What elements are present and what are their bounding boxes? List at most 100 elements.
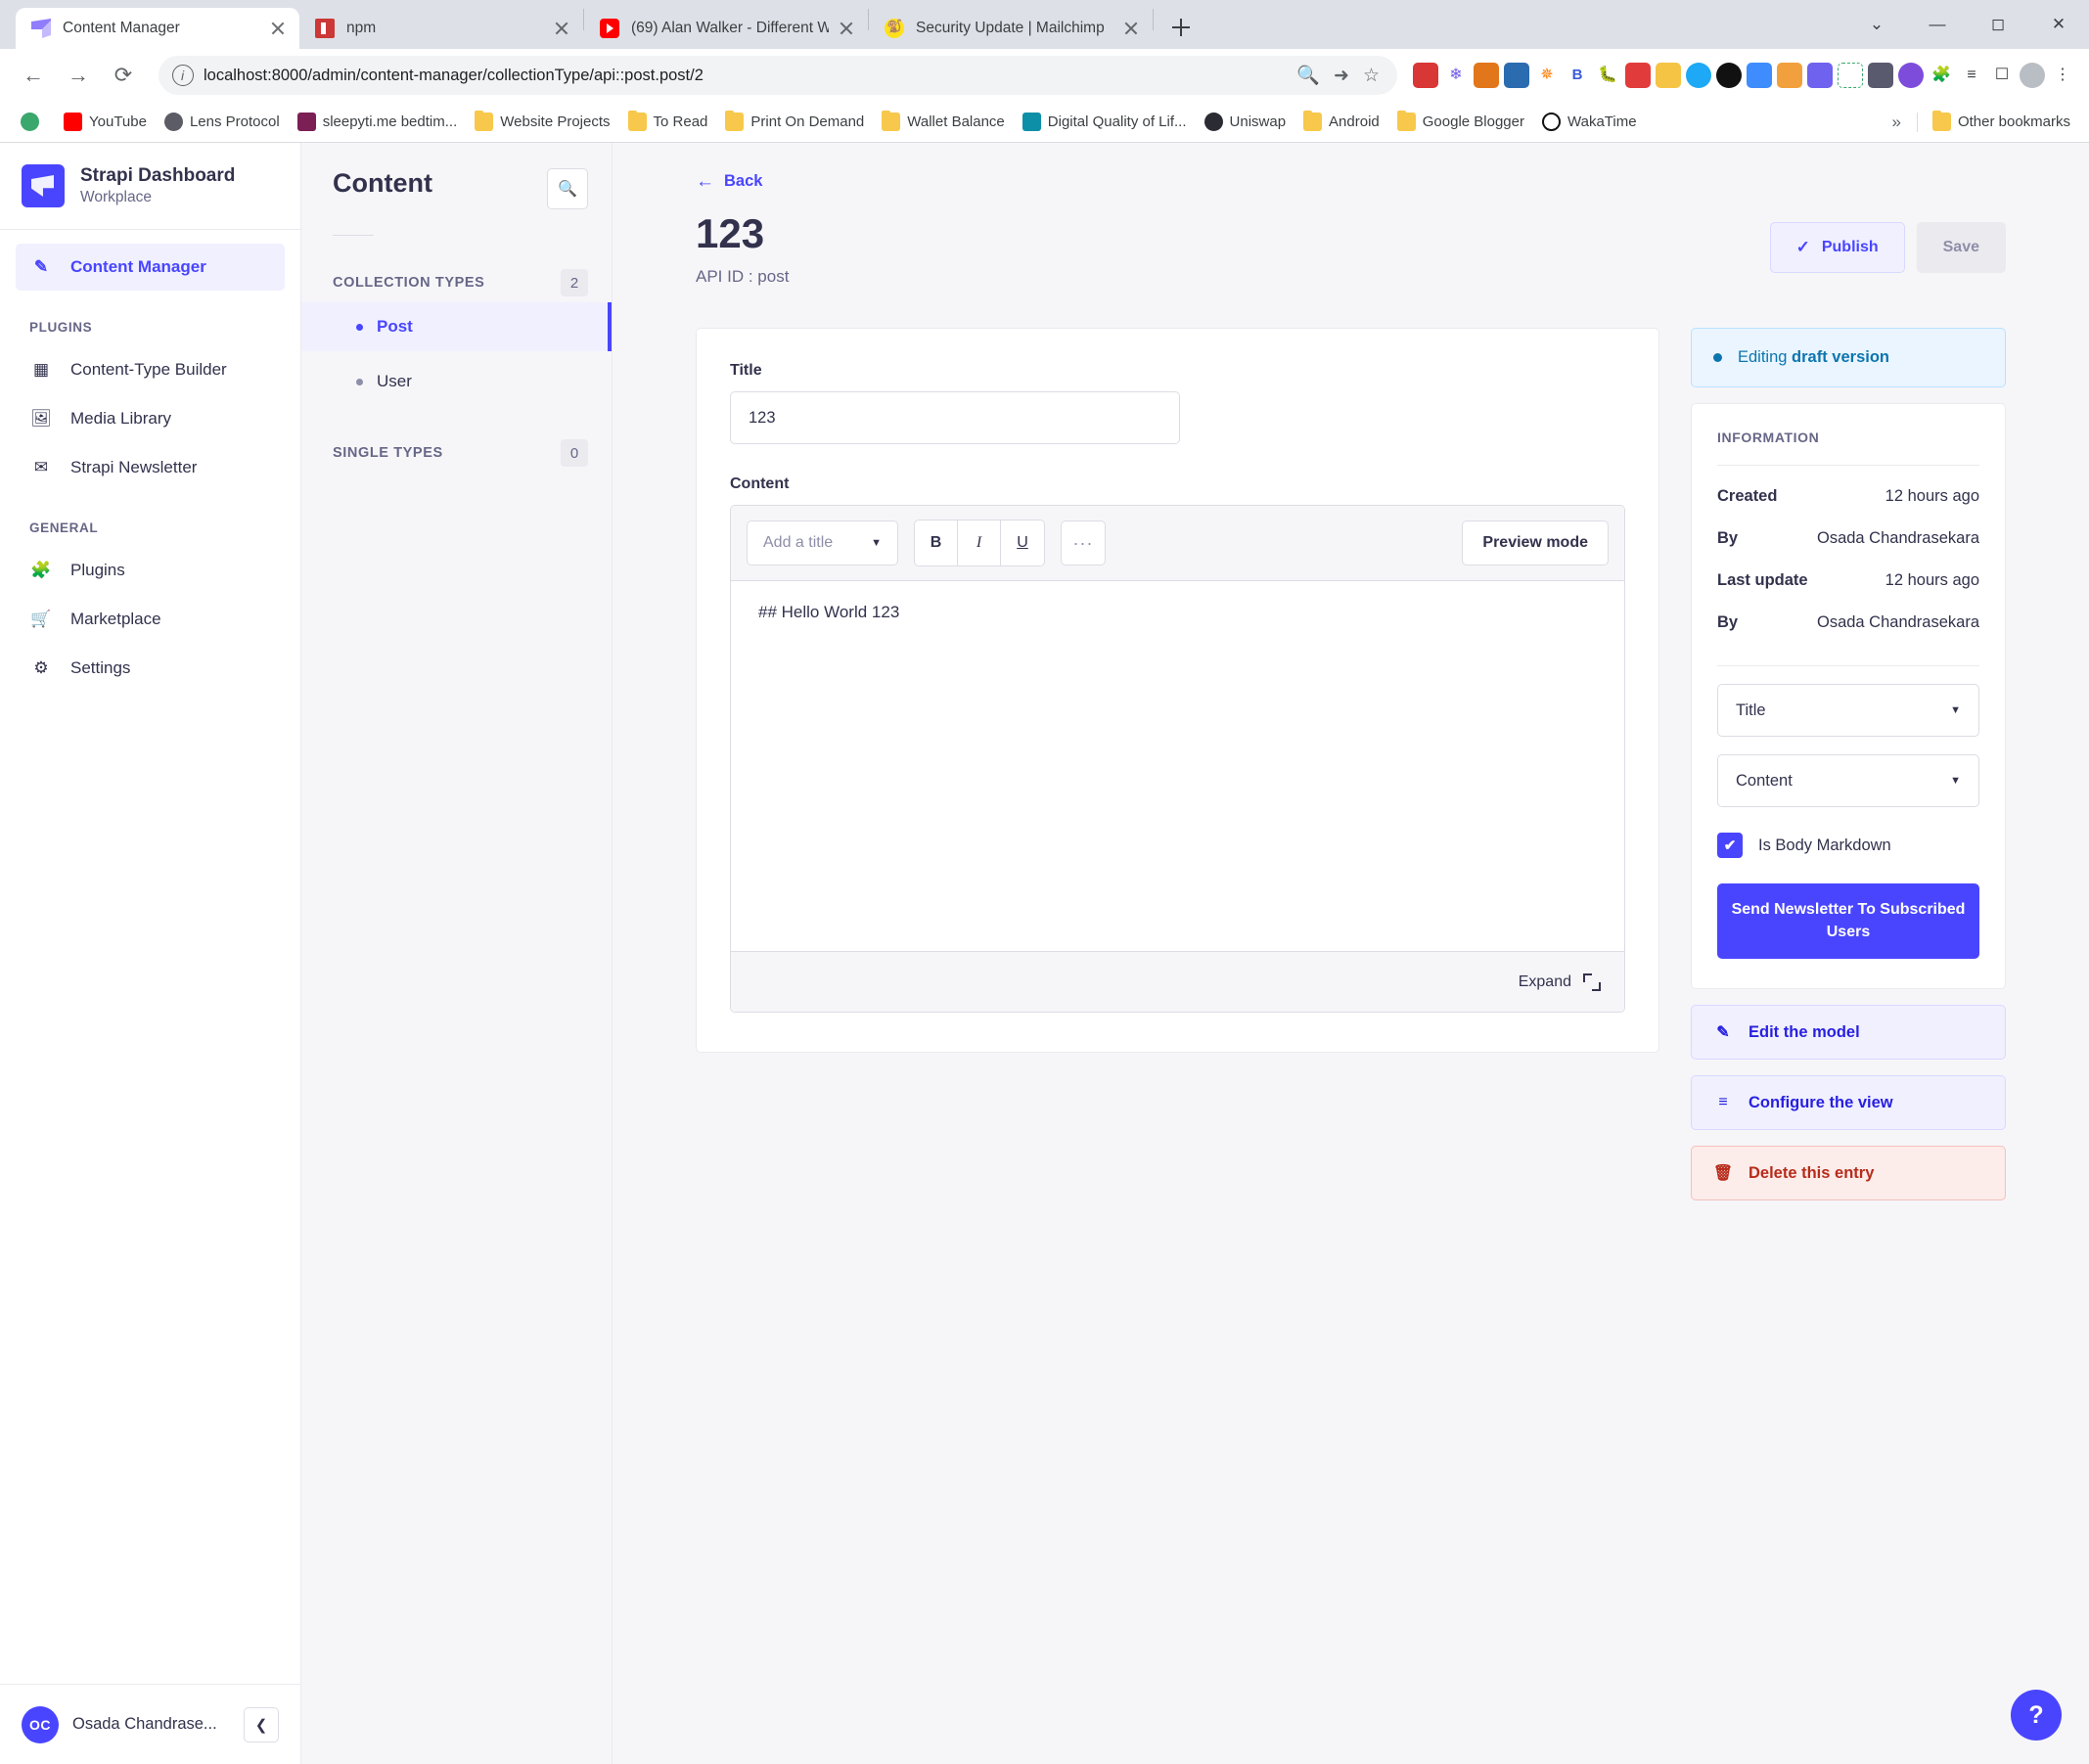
forward-icon[interactable]: → (59, 56, 98, 95)
bookmark-item[interactable]: WakaTime (1535, 109, 1644, 135)
browser-tab-3[interactable]: Security Update | Mailchimp (869, 8, 1153, 49)
tab-close-icon[interactable] (550, 17, 573, 40)
reload-icon[interactable]: ⟳ (104, 56, 143, 95)
extension-icon-4[interactable] (1504, 63, 1529, 88)
content-select[interactable]: Content ▼ (1717, 754, 1979, 808)
tab-search-chevron-icon[interactable]: ⌄ (1846, 0, 1907, 49)
minimize-icon[interactable]: — (1907, 0, 1968, 49)
shazam-icon[interactable] (1686, 63, 1711, 88)
save-button[interactable]: Save (1916, 222, 2006, 273)
browser-tab-1[interactable]: npm (299, 8, 583, 49)
extension-icon-12[interactable] (1747, 63, 1772, 88)
bookmark-item[interactable] (14, 109, 53, 135)
tab-close-icon[interactable] (266, 17, 290, 40)
extension-icon-11[interactable] (1716, 63, 1742, 88)
tab-close-icon[interactable] (835, 17, 858, 40)
checkbox-checked-icon[interactable]: ✔ (1717, 833, 1743, 859)
sidebar-item-settings[interactable]: ⚙ Settings (16, 645, 285, 692)
extension-icon-15[interactable] (1838, 63, 1863, 88)
user-name: Osada Chandrase... (72, 1715, 217, 1733)
search-icon[interactable]: 🔍 (547, 168, 588, 209)
help-button[interactable]: ? (2011, 1690, 2062, 1741)
entry-layout: Title 123 Content Add a title ▼ B I U ··… (696, 328, 2006, 1201)
extension-icon-13[interactable] (1777, 63, 1802, 88)
avatar[interactable] (2020, 63, 2045, 88)
browser-tab-0[interactable]: Content Manager (16, 8, 299, 49)
send-newsletter-button[interactable]: Send Newsletter To Subscribed Users (1717, 883, 1979, 960)
extension-icon-16[interactable] (1868, 63, 1893, 88)
bookmark-item[interactable]: sleepyti.me bedtim... (291, 109, 465, 135)
other-bookmarks-button[interactable]: Other bookmarks (1926, 109, 2077, 135)
edit-the-model-button[interactable]: ✎ Edit the model (1691, 1005, 2006, 1061)
extension-icon-9[interactable] (1656, 63, 1681, 88)
heading-select[interactable]: Add a title ▼ (747, 520, 898, 566)
sidebar-item-media-library[interactable]: 🖼 Media Library (16, 395, 285, 442)
extension-icon-2[interactable]: ❄ (1443, 63, 1469, 88)
bookmark-item[interactable]: Uniswap (1198, 109, 1294, 135)
back-icon[interactable]: ← (14, 56, 53, 95)
extension-icon-b[interactable]: B (1565, 63, 1590, 88)
extension-icon-1[interactable] (1413, 63, 1438, 88)
collection-type-user[interactable]: User (301, 357, 612, 406)
italic-button[interactable]: I (958, 520, 1001, 566)
bookmark-star-icon[interactable]: ☆ (1363, 65, 1380, 87)
zoom-icon[interactable]: 🔍 (1296, 64, 1320, 87)
reading-list-icon[interactable]: ≡ (1959, 63, 1984, 88)
preview-mode-button[interactable]: Preview mode (1462, 520, 1609, 566)
maximize-icon[interactable]: ◻ (1968, 0, 2028, 49)
chevron-left-icon[interactable]: ❮ (244, 1706, 279, 1742)
expand-icon[interactable] (1583, 972, 1601, 991)
delete-this-entry-button[interactable]: 🗑 Delete this entry (1691, 1146, 2006, 1201)
browser-tab-2[interactable]: (69) Alan Walker - Different Worl (584, 8, 868, 49)
content-types-panel: Content 🔍 COLLECTION TYPES 2 Post User S… (301, 143, 613, 1764)
entry-api-id: API ID : post (696, 267, 790, 287)
divider (1717, 665, 1979, 667)
bookmark-item[interactable]: To Read (621, 109, 715, 135)
editor-textarea[interactable]: ## Hello World 123 (731, 581, 1624, 952)
expand-label[interactable]: Expand (1519, 973, 1571, 991)
bookmark-item[interactable]: YouTube (57, 109, 154, 135)
metamask-icon[interactable] (1474, 63, 1499, 88)
extension-icon-7[interactable]: 🐛 (1595, 63, 1620, 88)
bookmark-item[interactable]: Lens Protocol (158, 109, 287, 135)
extension-icon-14[interactable] (1807, 63, 1833, 88)
extension-icon-8[interactable] (1625, 63, 1651, 88)
extensions-puzzle-icon[interactable]: 🧩 (1929, 63, 1954, 88)
sidebar-item-content-type-builder[interactable]: ▦ Content-Type Builder (16, 346, 285, 393)
sidebar-item-content-manager[interactable]: ✎ Content Manager (16, 244, 285, 291)
save-label: Save (1942, 239, 1979, 255)
address-bar[interactable]: localhost:8000/admin/content-manager/col… (159, 56, 1397, 95)
bookmark-item[interactable]: Google Blogger (1390, 109, 1531, 135)
sidebar-user-row[interactable]: OC Osada Chandrase... ❮ (0, 1684, 300, 1764)
bookmark-item[interactable]: Android (1296, 109, 1386, 135)
publish-button[interactable]: ✓ Publish (1769, 222, 1905, 273)
chrome-menu-icon[interactable]: ⋮ (2050, 63, 2075, 88)
bookmark-item[interactable]: Digital Quality of Lif... (1016, 109, 1194, 135)
title-select[interactable]: Title ▼ (1717, 684, 1979, 738)
new-tab-button[interactable] (1161, 8, 1201, 47)
back-link[interactable]: ← Back (696, 172, 2006, 191)
sidebar-item-strapi-newsletter[interactable]: ✉ Strapi Newsletter (16, 444, 285, 491)
bookmark-label: sleepyti.me bedtim... (322, 113, 458, 130)
bookmark-item[interactable]: Wallet Balance (875, 109, 1012, 135)
bookmark-item[interactable]: Print On Demand (718, 109, 871, 135)
side-panel-icon[interactable]: ☐ (1989, 63, 2015, 88)
title-input[interactable]: 123 (730, 391, 1180, 445)
site-info-icon[interactable] (172, 65, 194, 86)
bold-button[interactable]: B (915, 520, 958, 566)
configure-the-view-button[interactable]: ≡ Configure the view (1691, 1075, 2006, 1131)
bookmarks-overflow-icon[interactable]: » (1884, 113, 1908, 132)
sidebar-item-plugins[interactable]: 🧩 Plugins (16, 547, 285, 594)
tab-close-icon[interactable] (1119, 17, 1143, 40)
more-options-button[interactable]: ··· (1061, 520, 1106, 566)
bookmark-item[interactable]: Website Projects (468, 109, 616, 135)
brand-block[interactable]: Strapi Dashboard Workplace (0, 143, 300, 230)
extension-icon-5[interactable]: ✵ (1534, 63, 1560, 88)
collection-type-post[interactable]: Post (301, 302, 612, 351)
underline-button[interactable]: U (1001, 520, 1044, 565)
extension-icon-17[interactable] (1898, 63, 1924, 88)
close-icon[interactable]: ✕ (2028, 0, 2089, 49)
is-body-markdown-checkbox-row[interactable]: ✔ Is Body Markdown (1717, 833, 1979, 859)
sidebar-item-marketplace[interactable]: 🛒 Marketplace (16, 596, 285, 643)
share-icon[interactable]: ➜ (1334, 65, 1349, 87)
